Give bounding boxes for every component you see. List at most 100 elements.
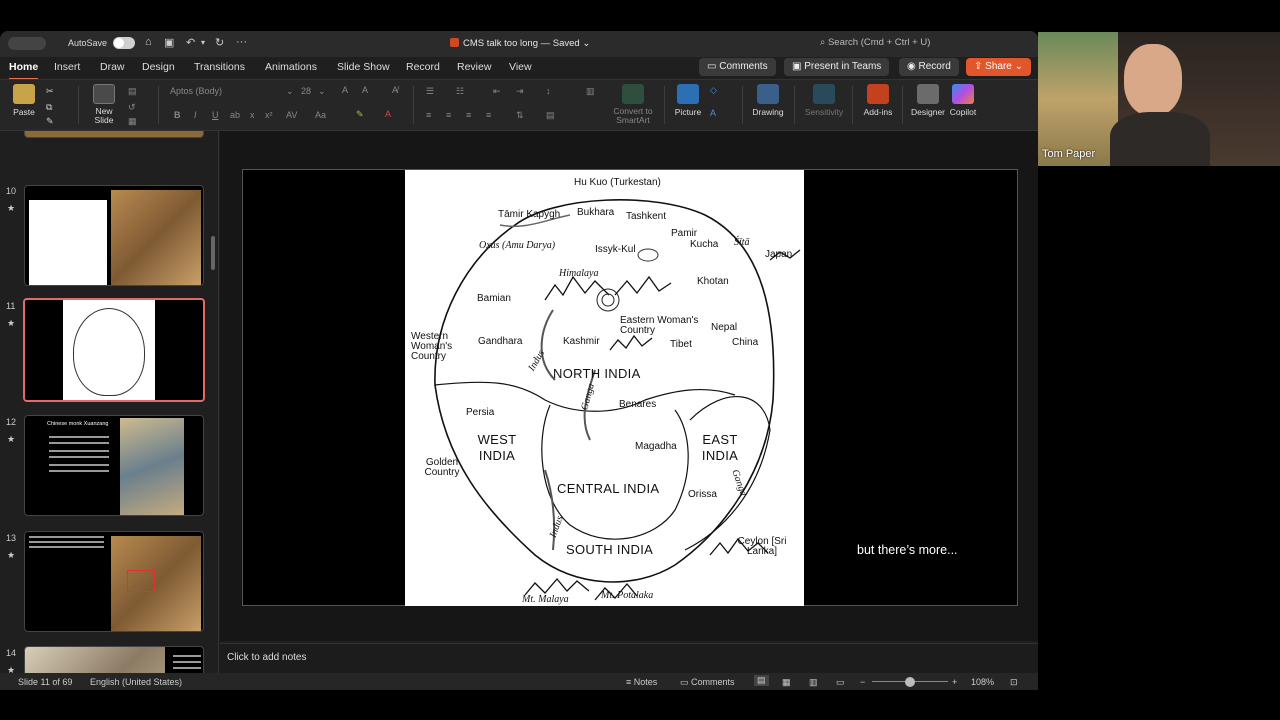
section-icon[interactable]: ▦ [128,116,137,127]
slide-thumbnail-9[interactable] [24,131,204,138]
size-dropdown-icon[interactable]: ⌄ [318,86,326,97]
normal-view-icon[interactable]: ▤ [754,675,769,686]
record-button[interactable]: ◉ Record [899,58,959,76]
slide-thumbnail-14[interactable] [24,646,204,673]
tab-insert[interactable]: Insert [54,61,80,73]
slide-number-11: 11 [6,301,16,311]
reading-view-icon[interactable]: ▥ [809,677,818,688]
slide-thumbnail-11-selected[interactable]: ➤ [23,298,205,402]
font-family-select[interactable]: Aptos (Body) [170,86,280,96]
reset-icon[interactable]: ↺ [128,102,136,113]
slide-thumbnail-10[interactable] [24,185,204,286]
undo-dropdown-icon[interactable]: ▾ [201,38,205,47]
map-label-tamir: Tāmir Kapygh [498,209,561,220]
slide-caption[interactable]: but there’s more... [857,543,958,557]
fit-to-window-icon[interactable]: ⊡ [1010,677,1018,688]
copy-icon[interactable]: ⧉ [46,102,52,113]
drawing-button[interactable]: Drawing [750,84,786,117]
new-slide-button[interactable]: New Slide [88,84,120,125]
sensitivity-button[interactable]: Sensitivity [802,84,846,117]
layout-icon[interactable]: ▤ [128,86,137,97]
tab-review[interactable]: Review [457,61,491,73]
subscript-icon[interactable]: x [250,110,255,120]
strikethrough-icon[interactable]: ab [230,110,240,120]
change-case-icon[interactable]: Aa [315,110,326,120]
clear-formatting-icon[interactable]: A̸ [392,85,398,95]
share-button[interactable]: ⇪ Share ⌄ [966,58,1032,76]
increase-font-icon[interactable]: A [342,85,348,95]
underline-icon[interactable]: U [212,110,219,120]
slide-thumbnail-12[interactable]: Chinese monk Xuanzang [24,415,204,516]
columns-icon[interactable]: ▥ [586,86,595,97]
tab-transitions[interactable]: Transitions [194,61,245,73]
cut-icon[interactable]: ✂ [46,86,54,97]
bullets-icon[interactable]: ☰ [426,86,434,97]
search-box[interactable]: ⌕ Search (Cmd + Ctrl + U) [820,37,930,48]
align-left-icon[interactable]: ≡ [426,110,431,120]
slide-thumbnail-13[interactable] [24,531,204,632]
tab-draw[interactable]: Draw [100,61,125,73]
align-text-icon[interactable]: ▤ [546,110,555,121]
align-center-icon[interactable]: ≡ [446,110,451,120]
notes-pane[interactable]: Click to add notes [220,643,1038,673]
text-direction-icon[interactable]: ⇅ [516,110,524,121]
tab-record[interactable]: Record [406,61,440,73]
home-icon[interactable]: ⌂ [145,36,152,48]
present-in-teams-button[interactable]: ▣ Present in Teams [784,58,890,76]
language-indicator[interactable]: English (United States) [90,677,182,687]
comments-button[interactable]: ▭ Comments [699,58,776,76]
designer-button[interactable]: Designer [908,84,948,117]
decrease-font-icon[interactable]: A [362,85,368,95]
decrease-indent-icon[interactable]: ⇤ [493,86,501,97]
window-controls[interactable] [8,37,46,50]
thumb-highlight-box [127,570,155,592]
drawing-icon [757,84,779,104]
slideshow-view-icon[interactable]: ▭ [836,677,845,688]
paste-button[interactable]: Paste [10,84,38,117]
map-label-pamir: Pamir [671,228,698,239]
map-image[interactable]: Hu Kuo (Turkestan) Tāmir Kapygh Bukhara … [405,170,804,606]
more-icon[interactable]: ··· [236,36,247,48]
tab-animations[interactable]: Animations [265,61,317,73]
justify-icon[interactable]: ≡ [486,110,491,120]
zoom-slider-thumb[interactable] [905,677,915,687]
slide-canvas[interactable]: Hu Kuo (Turkestan) Tāmir Kapygh Bukhara … [242,169,1018,606]
shapes-icon[interactable]: ◇ [710,85,717,96]
zoom-out-icon[interactable]: − [860,677,865,687]
highlight-icon[interactable]: ✎ [356,109,364,120]
add-ins-button[interactable]: Add-ins [860,84,896,117]
redo-icon[interactable]: ↻ [215,36,224,49]
zoom-level[interactable]: 108% [971,677,994,687]
notes-button[interactable]: ≡ Notes [626,677,657,687]
tab-design[interactable]: Design [142,61,175,73]
increase-indent-icon[interactable]: ⇥ [516,86,524,97]
char-spacing-icon[interactable]: AV [286,110,297,120]
zoom-in-icon[interactable]: + [952,677,957,687]
italic-icon[interactable]: I [194,110,197,120]
autosave-label: AutoSave [68,38,108,48]
save-icon[interactable]: ▣ [164,36,174,49]
picture-button[interactable]: Picture [672,84,704,117]
tab-slide-show[interactable]: Slide Show [337,61,390,73]
line-spacing-icon[interactable]: ↕ [546,86,551,96]
tab-view[interactable]: View [509,61,532,73]
font-size-select[interactable]: 28 [301,86,311,96]
numbering-icon[interactable]: ☷ [456,86,464,97]
autosave-toggle[interactable] [113,37,135,49]
font-color-icon[interactable]: A [385,109,391,119]
undo-icon[interactable]: ↶ [186,36,195,49]
superscript-icon[interactable]: x² [265,110,273,120]
align-right-icon[interactable]: ≡ [466,110,471,120]
tab-home[interactable]: Home [9,61,39,80]
bold-icon[interactable]: B [174,110,181,120]
font-dropdown-icon[interactable]: ⌄ [286,86,294,97]
document-title[interactable]: CMS talk too long — Saved ⌄ [450,38,590,49]
notes-placeholder: Click to add notes [227,652,307,663]
thumbnail-scrollbar[interactable] [211,236,215,270]
copilot-button[interactable]: Copilot [946,84,980,117]
textbox-icon[interactable]: A [710,108,716,118]
comments-status-button[interactable]: ▭ Comments [680,677,735,688]
format-painter-icon[interactable]: ✎ [46,116,54,127]
slide-sorter-icon[interactable]: ▦ [782,677,791,688]
convert-smartart-button[interactable]: Convert to SmartArt [610,84,656,125]
